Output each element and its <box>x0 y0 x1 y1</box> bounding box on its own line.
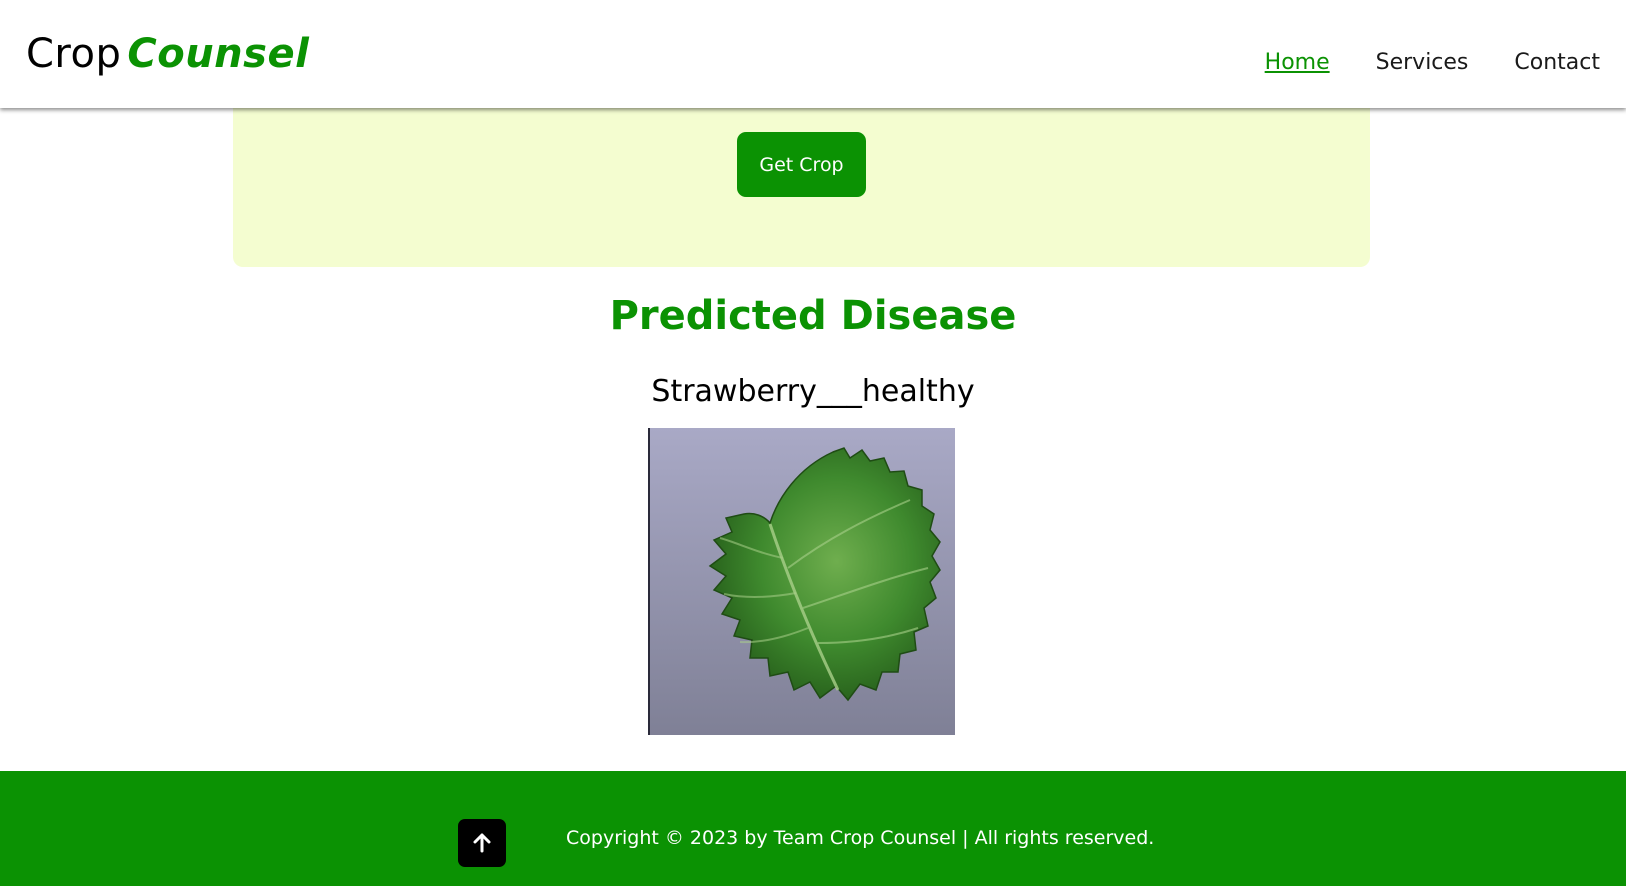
brand-name-accent: Counsel <box>127 31 310 77</box>
predicted-disease-value: Strawberry___healthy <box>651 374 975 409</box>
get-crop-button[interactable]: Get Crop <box>737 132 866 197</box>
copyright-text: Copyright © 2023 by Team Crop Counsel | … <box>566 827 1155 849</box>
nav-link-home[interactable]: Home <box>1265 49 1330 77</box>
site-footer: Copyright © 2023 by Team Crop Counsel | … <box>0 771 1626 886</box>
main-nav: Home Services Contact <box>1265 49 1600 77</box>
nav-link-services[interactable]: Services <box>1376 49 1469 77</box>
strawberry-leaf-photo <box>648 428 955 735</box>
scroll-to-top-button[interactable] <box>458 819 506 867</box>
nav-link-contact[interactable]: Contact <box>1514 49 1600 77</box>
strawberry-leaf-image <box>648 428 955 735</box>
site-header: Crop Counsel Home Services Contact <box>0 0 1626 108</box>
predicted-disease-heading: Predicted Disease <box>609 293 1017 339</box>
page: Crop Counsel Home Services Contact Get Cr… <box>0 0 1626 886</box>
arrow-up-icon <box>473 833 491 853</box>
brand-logo[interactable]: Crop Counsel <box>26 30 309 78</box>
brand-name-plain: Crop <box>26 31 122 77</box>
